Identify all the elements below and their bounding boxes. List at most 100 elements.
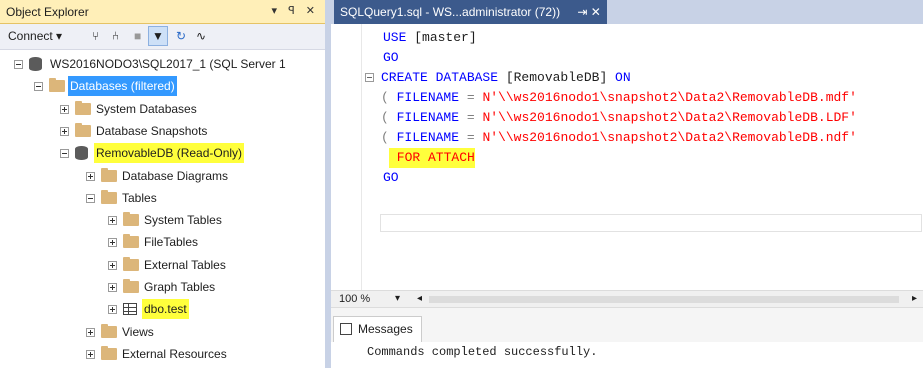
connect-dropdown[interactable]: Connect ▾: [8, 29, 62, 43]
collapse-icon[interactable]: [34, 82, 43, 92]
folder-icon: [123, 234, 139, 249]
code-token: CREATE DATABASE: [381, 70, 506, 85]
expand-icon[interactable]: [86, 349, 95, 359]
tree-node[interactable]: FileTables: [0, 232, 325, 252]
code-token: N'\\ws2016nodo1\snapshot2\Data2\Removabl…: [482, 130, 857, 145]
tree-node[interactable]: External Resources: [0, 344, 325, 364]
tree-node-label: WS2016NODO3\SQL2017_1 (SQL Server 1: [50, 57, 286, 71]
tree-node[interactable]: External Tables: [0, 255, 325, 275]
query-tab-controls[interactable]: ⇥ ✕: [577, 5, 600, 19]
expand-icon[interactable]: [86, 171, 95, 181]
connect-icon[interactable]: ⑂: [92, 29, 99, 43]
folder-icon: [101, 189, 117, 204]
query-editor[interactable]: USE [master] GO CREATE DATABASE [Removable…: [331, 24, 923, 290]
tree-node[interactable]: Database Diagrams: [0, 166, 325, 186]
folder-icon: [123, 256, 139, 271]
tree-node[interactable]: Graph Tables: [0, 277, 325, 297]
tree-node-label: Graph Tables: [144, 280, 216, 294]
tree-node-label: System Databases: [96, 101, 197, 116]
code-line: FOR ATTACH: [389, 148, 475, 168]
editor-statusbar: 100 % ▾ ◂ ▸: [331, 290, 923, 308]
tree-node-label: External Resources: [122, 346, 227, 361]
tree-node-label: Tables: [122, 190, 157, 205]
stop-icon[interactable]: ■: [134, 29, 141, 43]
folder-icon: [75, 122, 91, 137]
scroll-left-icon[interactable]: ◂: [417, 293, 422, 304]
expand-icon[interactable]: [108, 283, 117, 292]
code-token: (: [381, 130, 397, 145]
code-token: USE: [383, 30, 415, 45]
code-token: N'\\ws2016nodo1\snapshot2\Data2\Removabl…: [482, 90, 857, 105]
tree-node[interactable]: Views: [0, 322, 325, 342]
expand-icon[interactable]: [86, 327, 95, 337]
code-line: ( FILENAME = N'\\ws2016nodo1\snapshot2\D…: [381, 128, 857, 148]
refresh-icon[interactable]: ↻: [176, 29, 186, 43]
object-explorer-panel: Object Explorer ▾ ꟼ ✕ Connect ▾ ⑂ ⑃ ■ ▼ …: [0, 0, 325, 368]
code-token: =: [466, 130, 483, 145]
folder-icon: [49, 78, 65, 93]
code-token: (: [381, 110, 397, 125]
tree-node[interactable]: System Tables: [0, 210, 325, 230]
collapse-icon[interactable]: [60, 149, 69, 159]
tree-node[interactable]: Database Snapshots: [0, 121, 325, 141]
collapse-icon[interactable]: [86, 193, 95, 203]
query-tab[interactable]: SQLQuery1.sql - WS...administrator (72))…: [334, 0, 607, 24]
tree-node-label: Databases (filtered): [68, 76, 177, 97]
results-pane: Commands completed successfully.: [331, 342, 923, 368]
code-token: [RemovableDB]: [505, 70, 616, 85]
code-token: [master]: [414, 30, 477, 45]
tree-node[interactable]: Databases (filtered): [0, 76, 325, 97]
code-line: USE [master]: [383, 28, 477, 48]
tree-node-label: dbo.test: [142, 299, 189, 320]
messages-tab[interactable]: Messages: [333, 316, 422, 342]
code-line: CREATE DATABASE [RemovableDB] ON: [381, 68, 631, 88]
scroll-right-icon[interactable]: ▸: [912, 293, 917, 304]
expand-icon[interactable]: [108, 260, 117, 270]
panel-controls[interactable]: ▾ ꟼ ✕: [272, 4, 319, 17]
tree-node-label: RemovableDB (Read-Only): [94, 143, 245, 164]
tree-node[interactable]: WS2016NODO3\SQL2017_1 (SQL Server 1: [0, 54, 325, 74]
editor-margin: [331, 24, 362, 290]
filter-icon[interactable]: ▼: [148, 26, 168, 46]
code-token: FILENAME: [396, 130, 467, 145]
expand-icon[interactable]: [108, 238, 117, 248]
tree-node-label: System Tables: [144, 213, 222, 228]
code-token: FOR ATTACH: [389, 150, 475, 165]
folder-icon: [123, 279, 139, 293]
code-token: GO: [383, 170, 399, 185]
table-icon: [123, 303, 137, 316]
tree-node[interactable]: dbo.test: [0, 299, 325, 320]
tree-node[interactable]: Tables: [0, 188, 325, 208]
current-line: [380, 214, 922, 232]
expand-icon[interactable]: [60, 126, 69, 136]
result-message: Commands completed successfully.: [367, 345, 598, 359]
zoom-dropdown-icon[interactable]: ▾: [395, 293, 400, 304]
editor-tabbar: SQLQuery1.sql - WS...administrator (72))…: [331, 0, 923, 24]
expand-icon[interactable]: [108, 305, 117, 315]
code-line: ( FILENAME = N'\\ws2016nodo1\snapshot2\D…: [381, 108, 857, 128]
server-icon: [29, 57, 42, 71]
tree-node[interactable]: System Databases: [0, 99, 325, 119]
code-token: FILENAME: [396, 110, 467, 125]
activity-icon[interactable]: ∿: [196, 29, 206, 43]
expand-icon[interactable]: [60, 104, 69, 114]
disconnect-icon[interactable]: ⑃: [112, 29, 119, 43]
folder-icon: [101, 345, 117, 360]
messages-icon: [340, 323, 352, 335]
code-token: (: [381, 90, 397, 105]
expand-icon[interactable]: [108, 216, 117, 226]
query-tab-title: SQLQuery1.sql - WS...administrator (72)): [340, 5, 561, 19]
code-token: ON: [615, 70, 631, 85]
object-explorer-titlebar: Object Explorer ▾ ꟼ ✕: [0, 0, 325, 24]
tree-node[interactable]: RemovableDB (Read-Only): [0, 143, 325, 164]
zoom-level[interactable]: 100 %: [339, 293, 370, 305]
tree-node-label: Views: [122, 324, 154, 339]
messages-tab-label: Messages: [358, 322, 413, 336]
code-line: GO: [383, 168, 399, 188]
collapse-icon[interactable]: [14, 60, 23, 69]
code-token: FILENAME: [396, 90, 467, 105]
tree-node-label: Database Diagrams: [122, 168, 229, 183]
collapse-toggle-icon[interactable]: [365, 73, 374, 82]
horizontal-scrollbar[interactable]: [429, 296, 899, 303]
folder-icon: [101, 323, 117, 338]
